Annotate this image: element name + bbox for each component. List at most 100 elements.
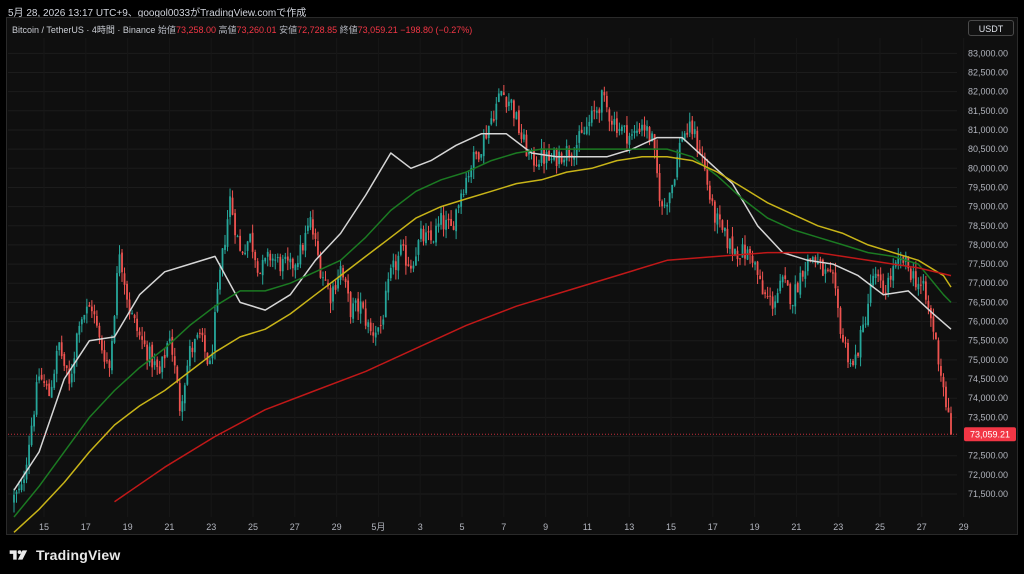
candle-body: [565, 146, 568, 161]
symbol-legend[interactable]: Bitcoin / TetherUS · 4時間 · Binance 始値73,…: [12, 23, 472, 36]
candle-body: [108, 360, 111, 368]
candle-body: [13, 494, 15, 503]
candle-body: [417, 240, 420, 255]
candle-body: [116, 273, 118, 316]
candle-body: [299, 244, 302, 265]
time-tick-label: 29: [332, 522, 342, 532]
candle-body: [420, 228, 422, 239]
candle-body: [111, 340, 113, 371]
candle-body: [329, 287, 332, 304]
price-tick-label: 82,500.00: [968, 67, 1008, 77]
candle-body: [407, 264, 410, 267]
candle-body: [507, 101, 510, 107]
candle-body: [769, 295, 772, 297]
candle-body: [726, 228, 729, 249]
tradingview-footer[interactable]: TradingView: [8, 545, 120, 565]
time-tick-label: 3: [418, 522, 423, 532]
open-label: 始値: [157, 25, 176, 35]
candle-body: [178, 383, 181, 411]
candle-body: [638, 128, 641, 132]
candle-body: [786, 280, 789, 286]
candle-body: [90, 306, 93, 312]
candle-body: [708, 185, 711, 200]
candle-body: [751, 255, 754, 263]
candle-body: [940, 366, 942, 376]
candle-body: [319, 255, 322, 278]
candle-body: [513, 100, 515, 119]
candle-body: [754, 262, 756, 265]
candle-body: [842, 334, 844, 342]
candle-body: [30, 425, 33, 446]
candle-body: [480, 154, 483, 158]
candle-body: [789, 284, 792, 304]
candle-body: [70, 373, 73, 383]
candle-body: [523, 134, 525, 140]
candle-body: [410, 265, 412, 269]
moving-average-line: [13, 156, 952, 533]
candle-body: [892, 266, 895, 281]
candle-body: [369, 322, 372, 332]
time-tick-label: 21: [164, 522, 174, 532]
candle-body: [450, 218, 452, 226]
candle-body: [917, 284, 920, 290]
candle-body: [585, 126, 588, 134]
candle-body: [779, 280, 782, 292]
candle-body: [294, 264, 297, 271]
time-tick-label: 17: [81, 522, 91, 532]
candle-body: [834, 272, 837, 289]
candle-body: [271, 258, 274, 261]
candle-body: [648, 127, 651, 142]
candle-body: [668, 192, 671, 204]
candle-body: [643, 124, 646, 131]
candle-body: [231, 197, 234, 215]
candle-body: [412, 265, 415, 269]
candle-body: [264, 258, 267, 262]
price-tick-label: 73,500.00: [968, 412, 1008, 422]
low-label: 安値: [279, 25, 298, 35]
candle-body: [784, 275, 787, 279]
candle-body: [804, 271, 807, 279]
currency-button[interactable]: USDT: [968, 20, 1014, 36]
candle-body: [101, 337, 103, 351]
tradingview-brand-text: TradingView: [36, 547, 121, 563]
candle-body: [721, 220, 724, 230]
candle-body: [550, 158, 553, 160]
candle-body: [394, 261, 397, 270]
candle-body: [633, 130, 636, 134]
candle-body: [656, 148, 658, 174]
candle-body: [867, 303, 870, 325]
candle-body: [55, 350, 58, 374]
candle-body: [274, 259, 277, 261]
candle-body: [402, 244, 405, 246]
candle-body: [219, 269, 221, 290]
candle-body: [593, 110, 596, 112]
price-tick-label: 81,500.00: [968, 106, 1008, 116]
candle-body: [759, 275, 761, 280]
candle-body: [284, 256, 287, 260]
candle-body: [909, 268, 912, 280]
candle-body: [131, 312, 133, 314]
candlestick-chart[interactable]: 71,500.0072,000.0072,500.0073,000.0073,5…: [0, 0, 1024, 574]
candle-body: [123, 273, 126, 285]
candle-body: [186, 365, 189, 385]
candle-body: [445, 219, 447, 230]
candle-body: [852, 360, 854, 366]
candle-body: [520, 132, 523, 140]
candle-body: [796, 282, 799, 293]
candle-body: [161, 356, 164, 373]
candle-body: [40, 374, 43, 380]
candle-body: [221, 248, 224, 270]
candle-body: [379, 325, 382, 327]
candle-body: [558, 151, 561, 165]
candle-body: [661, 201, 664, 207]
candle-body: [794, 284, 797, 307]
candle-body: [244, 252, 247, 255]
candle-body: [269, 253, 272, 261]
candle-body: [201, 332, 204, 336]
candle-body: [847, 342, 849, 363]
candle-body: [678, 142, 681, 159]
candle-body: [686, 132, 689, 135]
candle-body: [126, 283, 128, 300]
price-tick-label: 78,500.00: [968, 221, 1008, 231]
candle-body: [364, 308, 367, 326]
